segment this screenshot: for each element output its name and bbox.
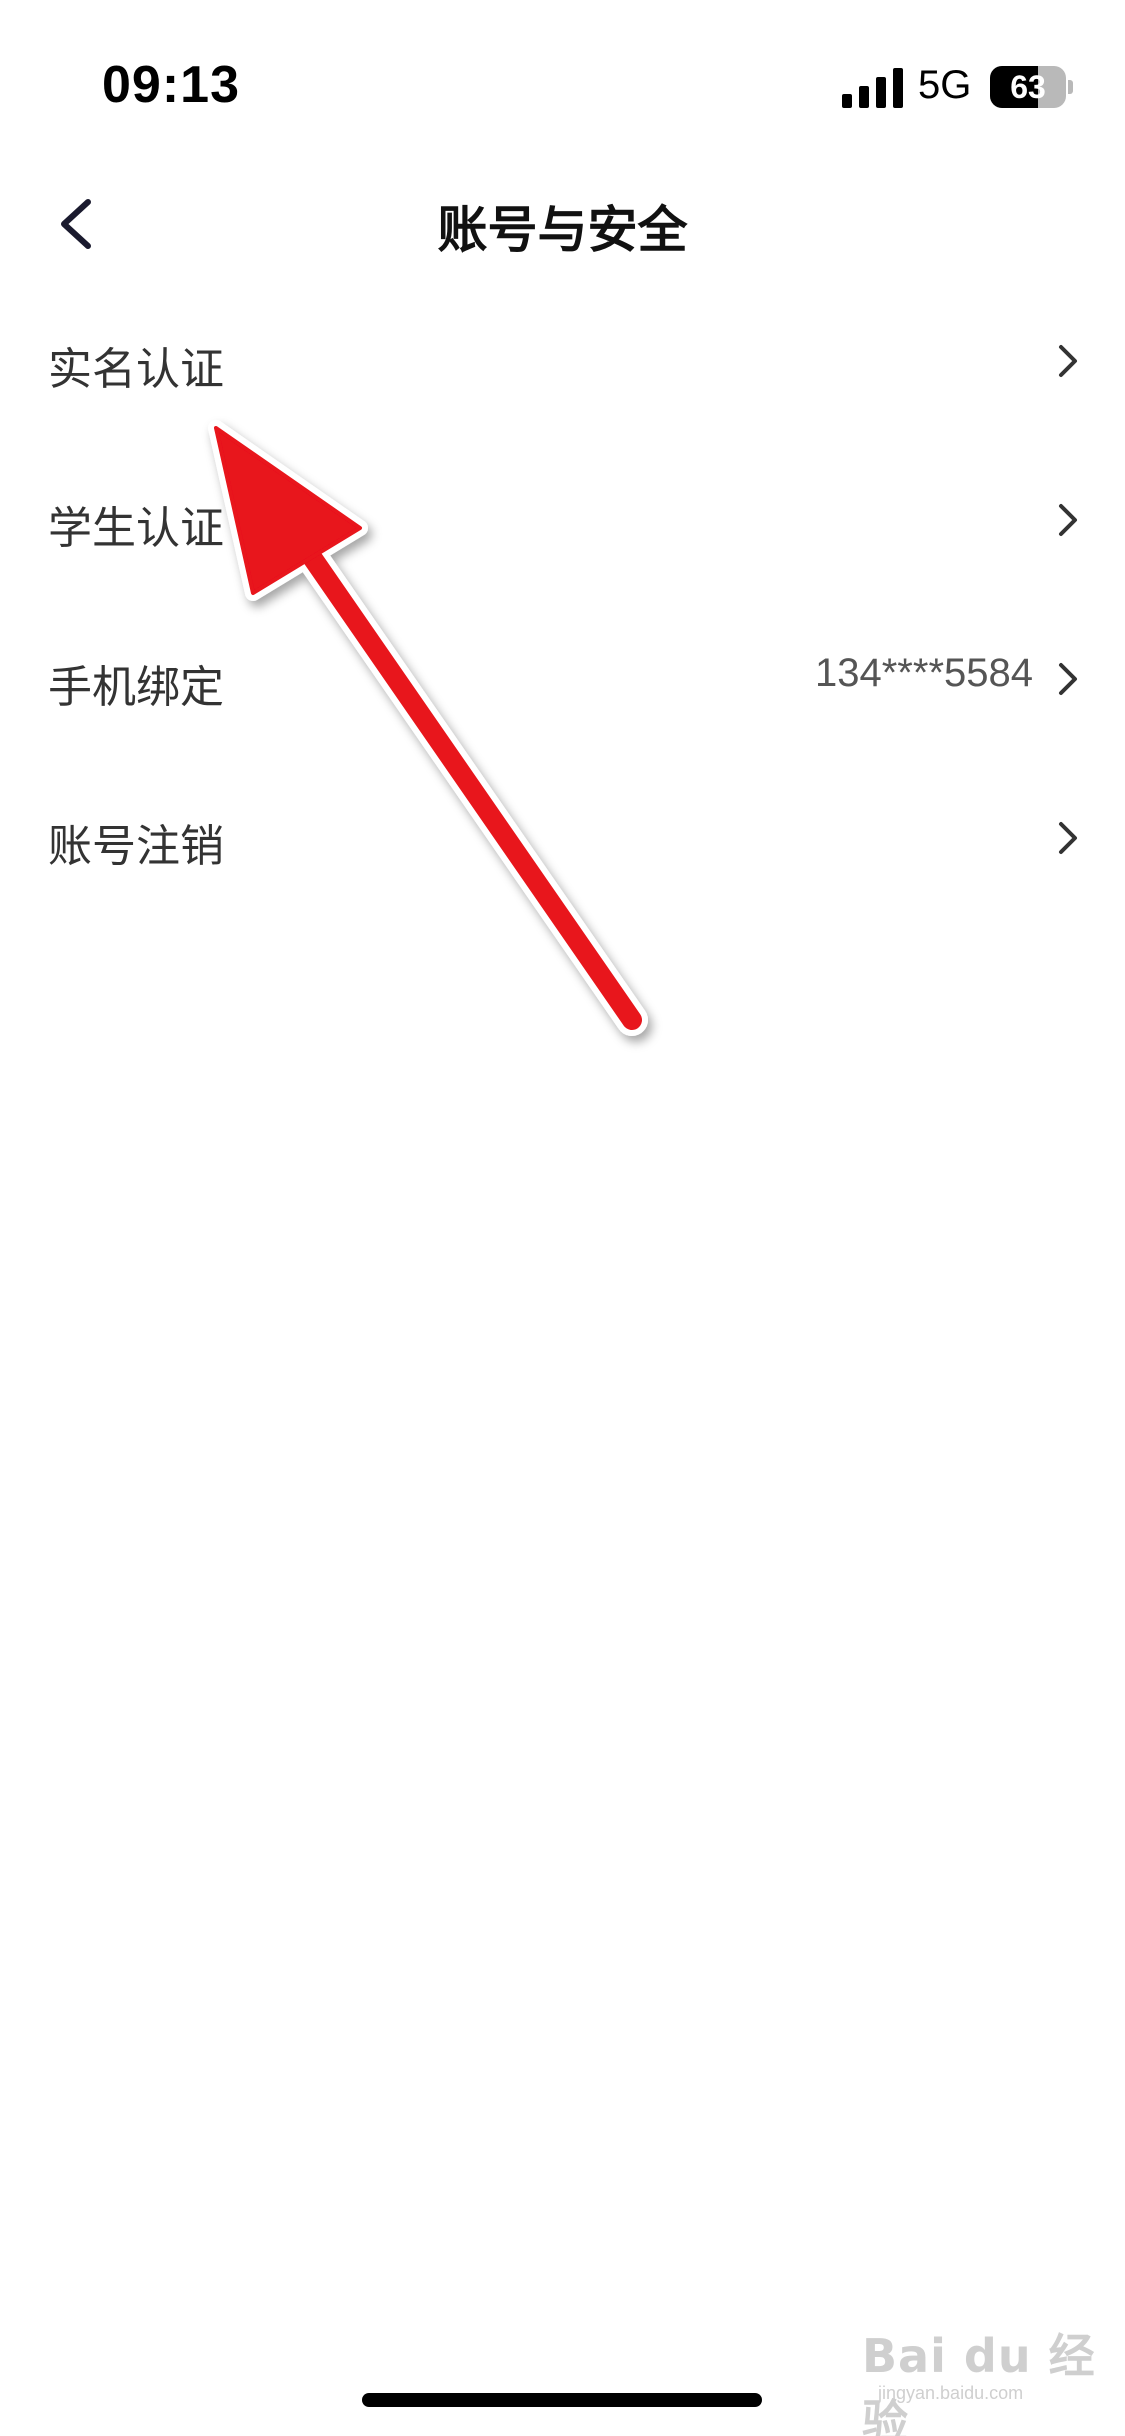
chevron-right-icon — [1059, 345, 1077, 377]
watermark-url: jingyan.baidu.com — [878, 2383, 1024, 2403]
battery-level: 63 — [1010, 69, 1046, 105]
home-indicator[interactable] — [362, 2393, 762, 2407]
menu-item-real-name-verification[interactable]: 实名认证 — [0, 283, 1125, 442]
chevron-right-icon — [1059, 822, 1077, 854]
menu-item-label: 学生认证 — [48, 503, 224, 554]
chevron-right-icon — [1059, 663, 1077, 695]
settings-list: 实名认证 学生认证 手机绑定 134****5584 账号注销 — [0, 283, 1125, 919]
menu-item-phone-binding[interactable]: 手机绑定 134****5584 — [0, 601, 1125, 760]
status-bar: 09:13 5G 63 — [0, 0, 1125, 150]
menu-item-label: 手机绑定 — [48, 662, 224, 713]
phone-number-value: 134****5584 — [815, 651, 1033, 695]
network-label: 5G — [918, 63, 972, 107]
signal-icon — [842, 68, 903, 108]
chevron-right-icon — [1059, 504, 1077, 536]
battery-icon: 63 — [990, 66, 1073, 108]
nav-bar: 账号与安全 — [0, 170, 1125, 270]
menu-item-label: 账号注销 — [48, 821, 224, 872]
status-time: 09:13 — [102, 56, 240, 114]
watermark: Bai du 经验 — [862, 2329, 1096, 2436]
screen: 09:13 5G 63 账号与安全 实名认证 学生认证 手机绑定 134****… — [0, 0, 1125, 2436]
menu-item-student-verification[interactable]: 学生认证 — [0, 442, 1125, 601]
menu-item-account-cancellation[interactable]: 账号注销 — [0, 760, 1125, 919]
menu-item-label: 实名认证 — [48, 344, 224, 395]
page-title: 账号与安全 — [437, 201, 688, 259]
battery-cap — [1068, 80, 1073, 94]
battery-body: 63 — [990, 66, 1066, 108]
